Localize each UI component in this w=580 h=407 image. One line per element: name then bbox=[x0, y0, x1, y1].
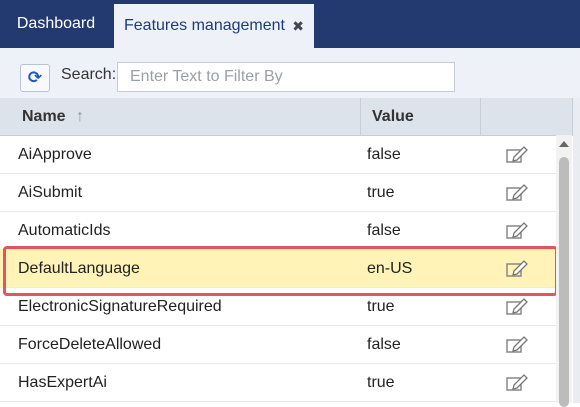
column-header-name[interactable]: Name ↑ bbox=[0, 98, 361, 135]
table-row[interactable]: AiSubmit true bbox=[0, 174, 556, 212]
search-label: Search: bbox=[61, 66, 117, 83]
refresh-button[interactable]: ⟳ bbox=[20, 64, 50, 92]
row-value: true bbox=[367, 184, 395, 201]
tab-dashboard[interactable]: Dashboard bbox=[0, 0, 112, 48]
sort-ascending-icon: ↑ bbox=[76, 108, 85, 125]
column-header-value[interactable]: Value bbox=[361, 98, 481, 135]
edit-icon[interactable] bbox=[506, 336, 528, 354]
tab-features-management[interactable]: Features management ✖ bbox=[114, 4, 314, 48]
table-row[interactable]: AutomaticIds false bbox=[0, 212, 556, 250]
edit-icon[interactable] bbox=[506, 298, 528, 316]
row-name: AiSubmit bbox=[18, 184, 83, 201]
edit-icon[interactable] bbox=[506, 184, 528, 202]
table-row[interactable]: ForceDeleteAllowed false bbox=[0, 326, 556, 364]
grid-header: Name ↑ Value bbox=[0, 98, 580, 136]
row-value: false bbox=[367, 222, 401, 239]
selection-highlight-box bbox=[3, 246, 558, 296]
edit-icon[interactable] bbox=[506, 222, 528, 240]
edit-icon[interactable] bbox=[506, 146, 528, 164]
scrollbar-thumb[interactable] bbox=[559, 157, 569, 407]
close-icon[interactable]: ✖ bbox=[292, 4, 304, 48]
panel-edge bbox=[573, 98, 580, 403]
tab-bar: Dashboard Features management ✖ bbox=[0, 0, 580, 48]
row-name: ForceDeleteAllowed bbox=[18, 336, 162, 353]
scroll-up-arrow-icon[interactable] bbox=[559, 141, 569, 147]
edit-icon[interactable] bbox=[506, 374, 528, 392]
row-value: false bbox=[367, 336, 401, 353]
column-header-name-label: Name bbox=[22, 108, 66, 125]
row-name: AiApprove bbox=[18, 146, 92, 163]
row-name: HasExpertAi bbox=[18, 374, 107, 391]
row-value: true bbox=[367, 374, 395, 391]
refresh-icon: ⟳ bbox=[27, 68, 43, 87]
toolbar: ⟳ Search: bbox=[0, 48, 580, 98]
row-name: AutomaticIds bbox=[18, 222, 111, 239]
table-row[interactable]: AiApprove false bbox=[0, 136, 556, 174]
column-header-actions bbox=[481, 98, 573, 135]
table-row[interactable]: HasExpertAi true bbox=[0, 364, 556, 402]
row-value: false bbox=[367, 146, 401, 163]
search-input[interactable] bbox=[117, 62, 455, 92]
tab-features-label: Features management bbox=[124, 17, 285, 34]
vertical-scrollbar[interactable] bbox=[556, 135, 572, 407]
